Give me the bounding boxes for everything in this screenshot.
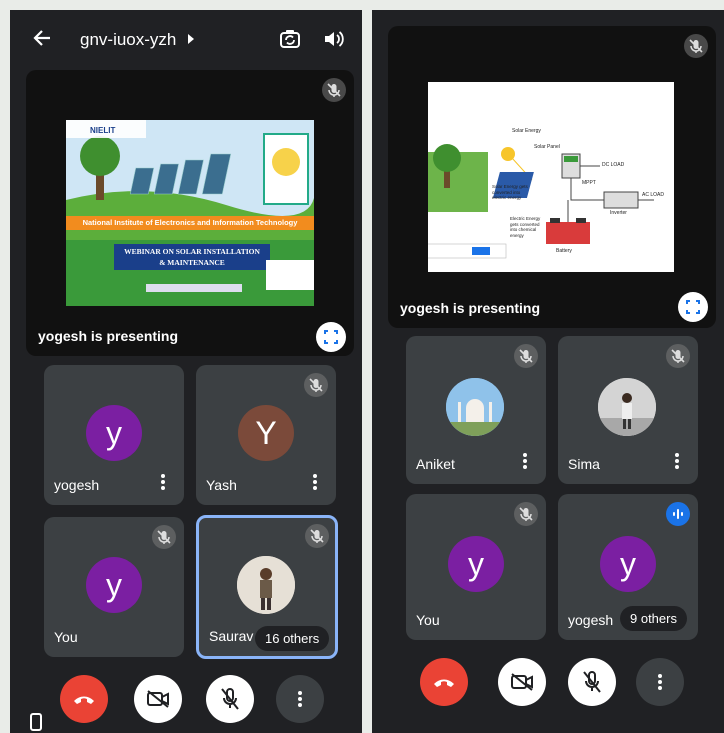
avatar-photo — [598, 378, 656, 436]
more-vert-icon[interactable] — [674, 452, 680, 470]
end-call-button[interactable] — [420, 658, 468, 706]
participant-tile-yash[interactable]: Y Yash — [196, 365, 336, 505]
more-vert-icon — [298, 691, 302, 707]
participant-tile-sima[interactable]: Sima — [558, 336, 698, 484]
participant-tile-yogesh[interactable]: y yogesh — [44, 365, 184, 505]
diagram-note-2: Electric Energy gets converted into chem… — [510, 216, 541, 238]
avatar-initial: y — [468, 545, 484, 582]
speaking-indicator-icon — [666, 502, 690, 526]
chevron-right-icon[interactable] — [187, 34, 195, 44]
participant-name: yogesh — [568, 612, 614, 628]
diagram-label-solar-panel: Solar Panel — [534, 144, 560, 150]
more-vert-icon[interactable] — [522, 452, 528, 470]
avatar-initial: y — [106, 566, 122, 603]
muted-icon — [152, 525, 176, 549]
avatar: y — [448, 536, 504, 592]
end-call-button[interactable] — [60, 675, 108, 723]
phone-hangup-icon — [74, 696, 94, 704]
participant-name: yogesh — [54, 477, 100, 493]
muted-icon — [514, 344, 538, 368]
others-count-badge[interactable]: 9 others — [620, 606, 687, 631]
fullscreen-button[interactable] — [316, 322, 346, 352]
participant-name: Sima — [568, 456, 600, 472]
more-vert-icon[interactable] — [312, 473, 318, 491]
fullscreen-icon — [686, 300, 700, 314]
muted-icon — [304, 373, 328, 397]
meeting-code[interactable]: gnv-iuox-yzh — [80, 30, 176, 50]
participant-tile-aniket[interactable]: Aniket — [406, 336, 546, 484]
fullscreen-icon — [324, 330, 338, 344]
more-options-button[interactable] — [276, 675, 324, 723]
avatar-photo — [446, 378, 504, 436]
muted-icon — [684, 34, 708, 58]
avatar-initial: Y — [255, 414, 277, 451]
solar-system-diagram — [428, 144, 654, 259]
slide-webinar-title-2: & MAINTENANCE — [159, 258, 225, 267]
slide-logo-text: NIELIT — [90, 126, 116, 135]
avatar: y — [86, 405, 142, 461]
diagram-label-solar-energy: Solar Energy — [512, 128, 541, 134]
mic-toggle-button[interactable] — [568, 658, 616, 706]
participant-tile-you[interactable]: y You — [44, 517, 184, 657]
top-bar: gnv-iuox-yzh — [10, 10, 362, 68]
participant-name: You — [416, 612, 440, 628]
participant-tile-yogesh[interactable]: y yogesh 9 others — [558, 494, 698, 640]
muted-icon — [322, 78, 346, 102]
camera-off-icon — [147, 690, 169, 708]
slide-org-name: National Institute of Electronics and In… — [82, 218, 298, 227]
muted-icon — [666, 344, 690, 368]
left-phone-screen: gnv-iuox-yzh NIELIT National Institute o… — [10, 10, 362, 733]
phone-hangup-icon — [434, 679, 454, 687]
avatar: Y — [238, 405, 294, 461]
diagram-label-inverter: Inverter — [610, 210, 627, 216]
presentation-view[interactable]: Solar Energy Solar Panel DC LOAD MPPT AC… — [388, 26, 716, 328]
switch-camera-icon[interactable] — [279, 28, 301, 50]
mic-off-icon — [221, 688, 239, 710]
participant-name: You — [54, 629, 78, 645]
muted-icon — [305, 524, 329, 548]
camera-off-icon — [511, 673, 533, 691]
participant-name: Aniket — [416, 456, 455, 472]
slide-webinar-title-1: WEBINAR ON SOLAR INSTALLATION — [124, 247, 260, 256]
diagram-label-ac-load: AC LOAD — [642, 192, 664, 198]
fullscreen-button[interactable] — [678, 292, 708, 322]
right-phone-screen: Solar Energy Solar Panel DC LOAD MPPT AC… — [372, 10, 724, 733]
others-count-badge[interactable]: 16 others — [255, 626, 330, 651]
presenting-label: yogesh is presenting — [400, 300, 541, 316]
diagram-note-1: Solar Energy gets converted into electri… — [492, 184, 528, 200]
diagram-label-dc-load: DC LOAD — [602, 162, 625, 168]
avatar: y — [86, 557, 142, 613]
presenting-label: yogesh is presenting — [38, 328, 179, 344]
more-options-button[interactable] — [636, 658, 684, 706]
rotate-screen-icon[interactable] — [28, 712, 44, 732]
back-arrow-icon[interactable] — [32, 28, 52, 48]
avatar-photo — [237, 556, 295, 614]
presentation-view[interactable]: NIELIT National Institute of Electronics… — [26, 70, 354, 356]
shared-slide-diagram: Solar Energy Solar Panel DC LOAD MPPT AC… — [428, 82, 674, 272]
shared-slide: NIELIT National Institute of Electronics… — [66, 120, 314, 306]
avatar-initial: y — [620, 545, 636, 582]
participant-name: Yash — [206, 477, 237, 493]
more-vert-icon — [658, 674, 662, 690]
participant-tile-you[interactable]: y You — [406, 494, 546, 640]
participant-name: Saurav — [209, 628, 254, 644]
speaker-icon[interactable] — [323, 29, 345, 49]
mic-toggle-button[interactable] — [206, 675, 254, 723]
avatar-initial: y — [106, 414, 122, 451]
mic-off-icon — [583, 671, 601, 693]
camera-toggle-button[interactable] — [134, 675, 182, 723]
more-vert-icon[interactable] — [160, 473, 166, 491]
slide-artwork — [66, 120, 314, 292]
camera-toggle-button[interactable] — [498, 658, 546, 706]
participant-tile-saurav[interactable]: Saurav 16 others — [196, 515, 338, 659]
diagram-label-mppt: MPPT — [582, 180, 596, 186]
muted-icon — [514, 502, 538, 526]
avatar: y — [600, 536, 656, 592]
diagram-label-battery: Battery — [556, 248, 572, 254]
